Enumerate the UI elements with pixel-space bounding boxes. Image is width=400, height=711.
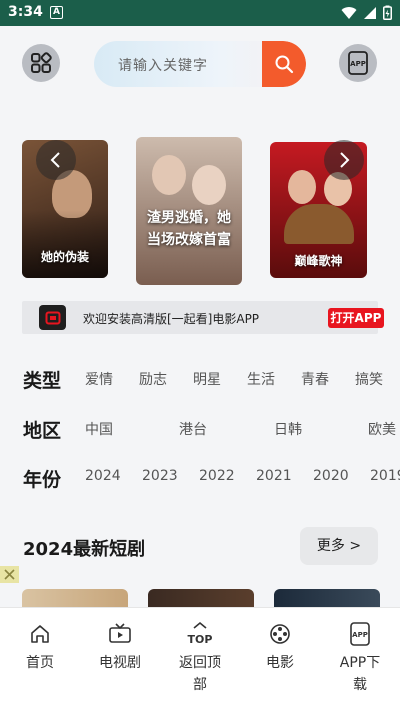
filter-option[interactable]: 2024 [85,468,121,484]
tab-label: 返回顶部 [179,655,221,693]
tab-label: APP下载 [339,655,381,693]
app-install-banner[interactable]: 欢迎安装高清版[一起看]电影APP 打开APP [22,301,384,334]
chevron-left-icon [50,152,60,168]
filter-option[interactable]: 励志 [139,369,167,389]
tv-icon [108,622,132,646]
app-download-icon-text: APP [352,631,368,639]
category-menu-button[interactable] [22,44,60,82]
filter-option[interactable]: 欧美 [368,419,400,439]
top-bar: 请输入关键字 APP [0,26,400,106]
filter-option[interactable]: 明星 [193,369,221,389]
drama-thumbnail[interactable] [22,589,128,609]
bottom-tab-bar: 首页 电视剧 TOP 返回顶部 电影 APP APP下载 [0,607,400,711]
tab-label: 首页 [26,655,54,671]
app-download-icon: APP [348,622,372,646]
filter-option[interactable]: 日韩 [274,419,302,439]
search-button[interactable] [262,41,306,87]
poster-title: 渣男逃婚，她当场改嫁首富 [147,210,231,248]
filter-option[interactable]: 生活 [247,369,275,389]
filter-label: 类型 [23,370,62,392]
battery-icon [383,5,392,20]
featured-carousel: 她的伪装 渣男逃婚，她当场改嫁首富 巅峰歌神 [0,130,400,290]
search-bar[interactable]: 请输入关键字 [94,41,306,87]
tab-label: 电视剧 [99,655,141,671]
section-title: 2024最新短剧 [23,539,146,560]
poster-title: 巅峰歌神 [294,254,343,268]
search-icon [275,55,294,74]
wifi-icon [341,6,357,19]
filter-row-year: 年份 2024 2023 2022 2021 2020 2019 [0,461,400,491]
filter-label: 地区 [23,420,62,442]
filter-option[interactable]: 2022 [199,468,235,484]
app-icon-label: APP [350,60,366,68]
film-reel-icon [268,622,292,646]
filter-label: 年份 [23,469,62,491]
filter-option[interactable]: 2021 [256,468,292,484]
filter-option[interactable]: 港台 [179,419,207,439]
carousel-next-button[interactable] [324,140,364,180]
filter-option[interactable]: 搞笑 [355,369,383,389]
status-icons [341,5,392,20]
status-bar: 3:34 A [0,0,400,26]
filter-option[interactable]: 2023 [142,468,178,484]
top-icon: TOP [180,621,220,646]
filter-option[interactable]: 爱情 [85,369,113,389]
banner-text: 欢迎安装高清版[一起看]电影APP [83,312,260,326]
carousel-prev-button[interactable] [36,140,76,180]
status-time: 3:34 [8,4,43,20]
drama-thumbnail[interactable] [148,589,254,609]
tab-home[interactable]: 首页 [0,608,80,711]
top-icon-text: TOP [188,633,213,646]
filter-option[interactable]: 2019 [370,468,400,484]
open-app-button[interactable]: 打开APP [328,308,384,328]
filter-row-genre: 类型 爱情 励志 明星 生活 青春 搞笑 [0,362,400,392]
filter-option[interactable]: 2020 [313,468,349,484]
tab-label: 电影 [266,655,294,671]
chevron-right-icon [340,152,350,168]
app-button[interactable]: APP [339,44,377,82]
filter-row-region: 地区 中国 港台 日韩 欧美 [0,412,400,442]
app-icon: APP [348,51,368,75]
search-input[interactable]: 请输入关键字 [118,55,208,75]
close-icon[interactable] [0,566,19,583]
tab-app-download[interactable]: APP APP下载 [320,608,400,711]
app-logo-icon [39,305,66,330]
home-icon [28,622,52,646]
signal-icon [364,6,376,19]
tab-tv[interactable]: 电视剧 [80,608,160,711]
carousel-poster-2[interactable]: 渣男逃婚，她当场改嫁首富 [136,137,242,285]
notification-icon: A [50,6,63,19]
tab-movies[interactable]: 电影 [240,608,320,711]
tab-back-to-top[interactable]: TOP 返回顶部 [160,608,240,711]
filter-option[interactable]: 中国 [85,419,113,439]
more-button[interactable]: 更多 > [300,527,378,565]
poster-title: 她的伪装 [40,250,89,264]
grid-icon [31,52,52,73]
drama-thumbnail[interactable] [274,589,380,609]
filter-option[interactable]: 青春 [301,369,329,389]
